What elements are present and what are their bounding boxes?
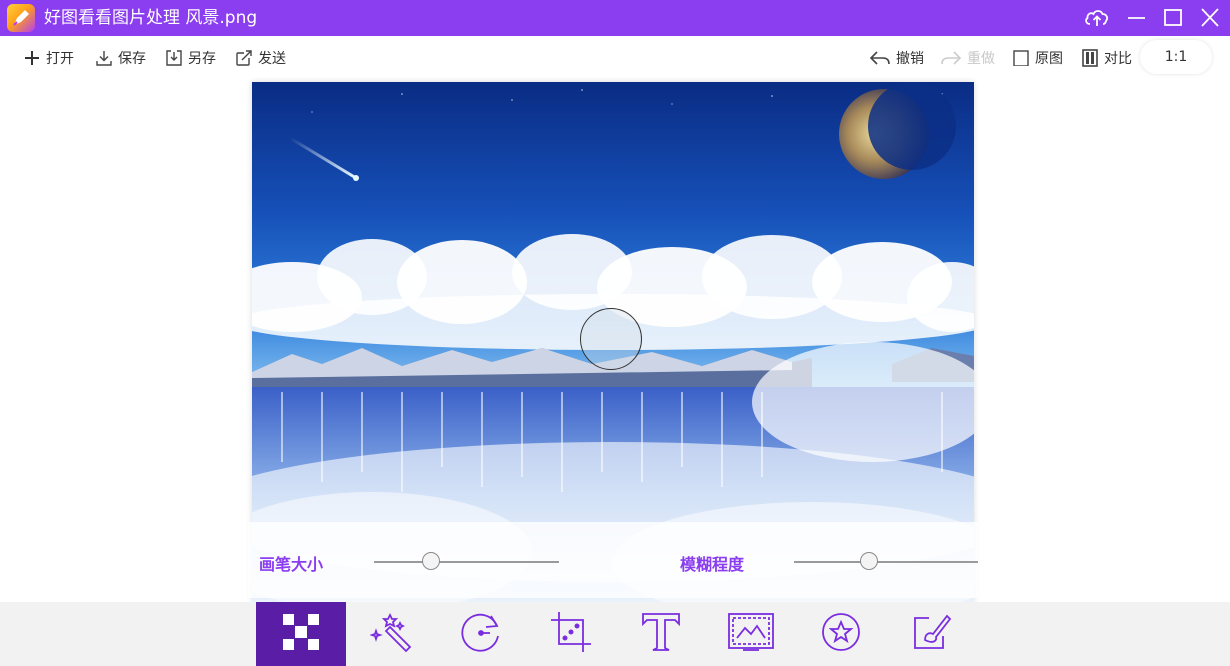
brush-size-track[interactable] <box>374 561 559 563</box>
save-label: 保存 <box>118 51 146 67</box>
text-tool-button[interactable] <box>616 602 706 666</box>
undo-icon <box>868 48 892 68</box>
redo-button[interactable]: 重做 <box>939 46 995 70</box>
brush-size-label: 画笔大小 <box>259 555 324 574</box>
brush-cursor <box>580 308 642 370</box>
save-as-label: 另存 <box>188 51 216 67</box>
original-label: 原图 <box>1035 51 1063 67</box>
pen-logo-icon <box>7 4 35 32</box>
undo-label: 撤销 <box>896 51 924 67</box>
slider-panel: 画笔大小 模糊程度 <box>248 522 978 598</box>
blur-level-label: 模糊程度 <box>680 555 745 574</box>
rotate-tool-button[interactable] <box>436 602 526 666</box>
doodle-icon <box>909 610 953 658</box>
save-as-icon <box>164 48 184 68</box>
compare-icon <box>1080 48 1100 68</box>
send-button[interactable]: 发送 <box>234 46 286 70</box>
upload-cloud-icon[interactable] <box>1083 5 1109 31</box>
open-button[interactable]: 打开 <box>22 46 74 70</box>
send-label: 发送 <box>258 51 286 67</box>
title-bar: 好图看看图片处理 风景.png <box>0 0 1230 36</box>
compare-label: 对比 <box>1104 51 1132 67</box>
text-icon <box>639 610 683 658</box>
plus-icon <box>22 48 42 68</box>
open-label: 打开 <box>46 51 74 67</box>
window-title: 好图看看图片处理 风景.png <box>44 8 258 28</box>
blur-level-track[interactable] <box>794 561 978 563</box>
sticker-icon <box>819 610 863 658</box>
sticker-tool-button[interactable] <box>796 602 886 666</box>
crop-tool-button[interactable] <box>526 602 616 666</box>
magic-wand-icon <box>369 611 412 657</box>
redo-icon <box>939 48 963 68</box>
rotate-icon <box>459 610 503 658</box>
checkbox-icon <box>1011 48 1031 68</box>
doodle-tool-button[interactable] <box>886 602 976 666</box>
brush-size-slider[interactable] <box>422 552 441 570</box>
undo-button[interactable]: 撤销 <box>868 46 924 70</box>
original-toggle[interactable]: 原图 <box>1011 46 1063 70</box>
mosaic-icon <box>281 612 321 656</box>
close-icon[interactable] <box>1197 5 1223 31</box>
redo-label: 重做 <box>967 51 995 67</box>
frame-icon <box>727 612 775 656</box>
save-as-button[interactable]: 另存 <box>164 46 216 70</box>
minimize-icon[interactable] <box>1124 5 1150 31</box>
magic-tool-button[interactable] <box>346 602 436 666</box>
frame-tool-button[interactable] <box>706 602 796 666</box>
blur-level-slider[interactable] <box>860 552 879 570</box>
save-button[interactable]: 保存 <box>94 46 146 70</box>
crop-icon <box>549 610 593 658</box>
bottom-toolbar <box>0 602 1230 666</box>
download-icon <box>94 48 114 68</box>
share-icon <box>234 48 254 68</box>
maximize-icon[interactable] <box>1160 5 1186 31</box>
compare-button[interactable]: 对比 <box>1080 46 1132 70</box>
mosaic-tool-button[interactable] <box>256 602 346 666</box>
zoom-button[interactable]: 1:1 <box>1140 40 1212 74</box>
